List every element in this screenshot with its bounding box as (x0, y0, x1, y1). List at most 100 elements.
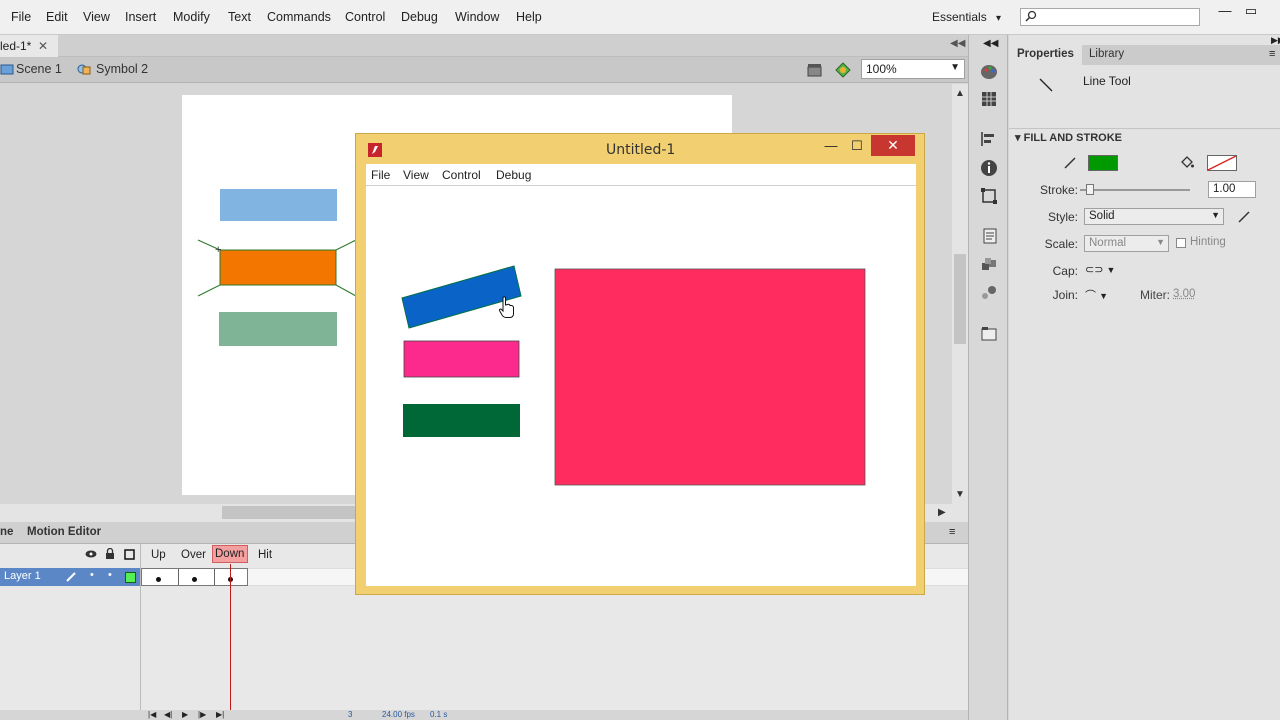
elapsed-time: 0.1 s (430, 710, 447, 719)
frame-label-over[interactable]: Over (181, 549, 206, 561)
miter-value[interactable]: 3.00 (1173, 288, 1195, 300)
breadcrumb-symbol[interactable]: Symbol 2 (96, 62, 148, 76)
panel-menu-icon[interactable]: ≡ (1269, 48, 1275, 60)
scale-select[interactable]: Normal ▼ (1084, 235, 1169, 252)
swf-menu-debug[interactable]: Debug (496, 168, 531, 182)
stroke-slider-handle[interactable] (1086, 184, 1094, 195)
frame-rate[interactable]: 24.00 fps (382, 710, 415, 719)
stroke-color-swatch[interactable] (1088, 155, 1118, 171)
scroll-thumb[interactable] (954, 254, 966, 344)
visible-dot[interactable]: • (90, 569, 94, 581)
maximize-app-button[interactable]: ▭ (1240, 4, 1262, 20)
pink-button[interactable] (404, 341, 519, 377)
maximize-button[interactable]: ☐ (846, 137, 868, 157)
scroll-up-icon[interactable]: ▲ (955, 88, 965, 99)
scroll-thumb[interactable] (222, 506, 362, 519)
stroke-width-input[interactable]: 1.00 (1208, 181, 1256, 198)
color-palette-icon[interactable] (980, 63, 998, 81)
tab-motion-editor[interactable]: Motion Editor (27, 526, 101, 538)
close-icon[interactable]: ✕ (38, 39, 48, 53)
menu-commands[interactable]: Commands (267, 10, 331, 24)
fill-color-swatch[interactable] (1207, 155, 1237, 171)
swf-menu-file[interactable]: File (371, 168, 390, 182)
panel-menu-icon[interactable]: ≡ (949, 526, 955, 538)
first-frame-icon[interactable]: |◀ (148, 710, 156, 719)
section-fill-and-stroke[interactable]: ▾ FILL AND STROKE (1009, 128, 1280, 146)
menu-view[interactable]: View (83, 10, 110, 24)
collapse-icon[interactable]: ◀◀ (950, 38, 965, 49)
cap-round-icon: ⊂⊃ (1085, 264, 1103, 276)
close-button[interactable]: ✕ (871, 135, 915, 156)
menu-text[interactable]: Text (228, 10, 251, 24)
menu-file[interactable]: File (11, 10, 31, 24)
keyframe[interactable] (156, 577, 161, 582)
motion-presets-icon[interactable] (980, 284, 998, 302)
button-over-rect[interactable] (220, 250, 336, 285)
edit-scene-icon[interactable] (806, 61, 824, 79)
swf-canvas[interactable] (366, 186, 916, 586)
minimize-app-button[interactable]: — (1214, 4, 1236, 20)
stage-vertical-scrollbar[interactable]: ▲ ▼ (952, 84, 968, 504)
lock-icon[interactable] (105, 548, 115, 560)
project-icon[interactable] (980, 325, 998, 343)
cap-select[interactable]: ⊂⊃ ▼ (1085, 263, 1115, 276)
keyframe[interactable] (192, 577, 197, 582)
eye-icon[interactable] (85, 549, 97, 559)
info-icon[interactable] (980, 159, 998, 177)
menu-control[interactable]: Control (345, 10, 385, 24)
pencil-icon (1063, 156, 1077, 170)
document-tab[interactable]: led-1* ✕ (0, 35, 58, 57)
frame-label-hit[interactable]: Hit (258, 549, 272, 561)
outline-icon[interactable] (124, 549, 135, 560)
green-button[interactable] (403, 404, 520, 437)
align-icon[interactable] (980, 130, 998, 148)
menu-edit[interactable]: Edit (46, 10, 68, 24)
last-frame-icon[interactable]: ▶| (216, 710, 224, 719)
playhead[interactable] (230, 564, 231, 710)
scroll-right-icon[interactable]: ▶ (938, 507, 946, 518)
style-label: Style: (1008, 210, 1078, 224)
stroke-slider-track[interactable] (1080, 189, 1190, 191)
current-frame[interactable]: 3 (348, 710, 352, 719)
edit-symbols-icon[interactable] (834, 61, 854, 79)
frames-row[interactable] (141, 568, 248, 586)
button-up-rect[interactable] (220, 189, 337, 221)
frame-label-up[interactable]: Up (151, 549, 166, 561)
frame-label-down[interactable]: Down (212, 545, 248, 563)
lock-dot[interactable]: • (108, 569, 112, 581)
tab-timeline[interactable]: ne (0, 526, 13, 538)
section-title: FILL AND STROKE (1024, 132, 1122, 144)
swf-menu-view[interactable]: View (403, 168, 429, 182)
layer-row[interactable]: Layer 1 • • (0, 568, 140, 586)
step-back-icon[interactable]: ◀| (164, 710, 172, 719)
scroll-down-icon[interactable]: ▼ (955, 489, 965, 500)
stroke-style-select[interactable]: Solid ▼ (1084, 208, 1224, 225)
menu-insert[interactable]: Insert (125, 10, 156, 24)
play-icon[interactable]: ▶ (182, 710, 188, 719)
tab-properties[interactable]: Properties (1009, 45, 1082, 65)
workspace-switcher[interactable]: Essentials ▾ (932, 10, 1001, 24)
menu-modify[interactable]: Modify (173, 10, 210, 24)
join-select[interactable]: ⌒ ▼ (1085, 287, 1108, 303)
transform-icon[interactable] (980, 187, 998, 205)
edit-style-icon[interactable] (1237, 210, 1251, 224)
help-search-input[interactable] (1020, 8, 1200, 26)
hinting-checkbox[interactable] (1176, 238, 1186, 248)
button-hit-rect[interactable] (219, 312, 337, 346)
menu-help[interactable]: Help (516, 10, 542, 24)
expand-icon[interactable]: ◀◀ (983, 38, 998, 49)
swf-menu-control[interactable]: Control (442, 168, 481, 182)
actions-icon[interactable] (980, 227, 998, 245)
layer-color-swatch[interactable] (125, 572, 136, 583)
menu-debug[interactable]: Debug (401, 10, 438, 24)
menu-window[interactable]: Window (455, 10, 499, 24)
minimize-button[interactable]: — (820, 137, 842, 157)
zoom-select[interactable]: 100% ▼ (861, 59, 965, 79)
components-icon[interactable] (980, 256, 998, 274)
large-pink-rect[interactable] (555, 269, 865, 485)
breadcrumb-scene[interactable]: Scene 1 (16, 62, 62, 76)
swatches-icon[interactable] (980, 90, 998, 108)
step-forward-icon[interactable]: |▶ (198, 710, 206, 719)
chevron-down-icon: ▼ (1107, 265, 1116, 275)
tab-library[interactable]: Library (1081, 45, 1132, 65)
